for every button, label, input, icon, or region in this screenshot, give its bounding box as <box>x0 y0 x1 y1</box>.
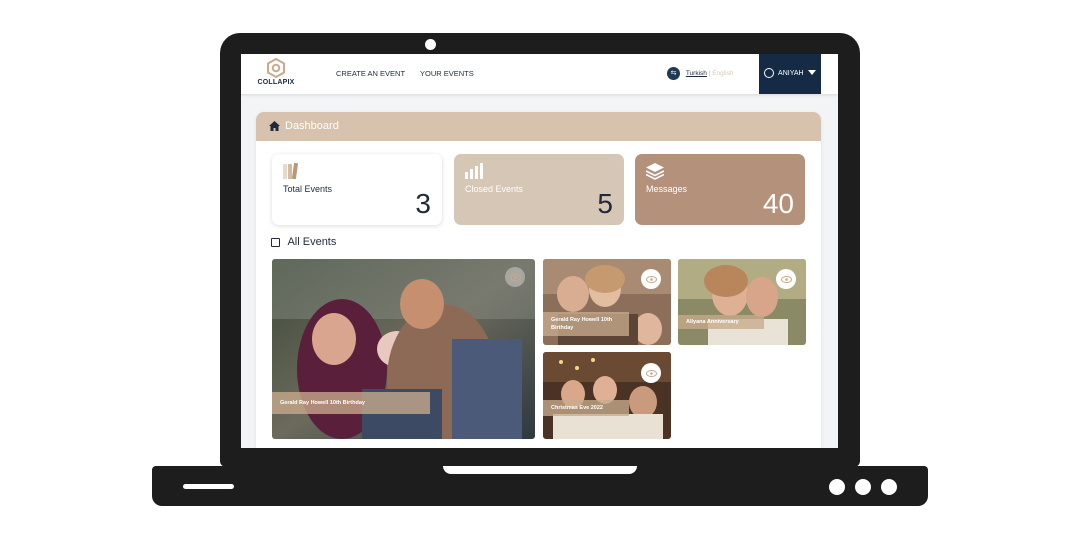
all-events-label: All Events <box>287 236 337 248</box>
language-switcher: ⇆ Turkish | English <box>667 67 734 81</box>
laptop-indicator-dot <box>855 479 871 495</box>
language-english[interactable]: English <box>712 70 733 77</box>
event-title: Gerald Ray Howell 10th Birthday <box>543 312 629 336</box>
layers-icon <box>646 163 664 180</box>
event-card[interactable]: Christmas Eve 2022 <box>543 352 671 439</box>
dashboard-header: Dashboard <box>256 112 821 141</box>
user-name: ANIYAH <box>778 70 804 77</box>
nav-your-events[interactable]: YOUR EVENTS <box>420 69 474 78</box>
user-circle-icon <box>764 68 775 79</box>
laptop-hinge-notch <box>443 466 637 474</box>
all-events-heading: All Events <box>271 236 336 248</box>
chevron-down-icon <box>807 70 816 76</box>
collapix-logo[interactable]: COLLAPIX <box>256 58 296 86</box>
eye-icon <box>645 275 657 283</box>
books-icon <box>283 163 299 179</box>
stat-card-total-events[interactable]: Total Events 3 <box>272 154 442 225</box>
logo-text: COLLAPIX <box>257 79 295 86</box>
stat-label: Total Events <box>283 184 333 194</box>
stat-value: 40 <box>762 188 794 219</box>
calendar-icon <box>271 237 280 247</box>
laptop-screen: COLLAPIX CREATE AN EVENT YOUR EVENTS ⇆ T… <box>241 54 838 448</box>
view-event-button[interactable] <box>641 269 661 289</box>
stat-value: 3 <box>415 188 431 219</box>
dashboard-panel: Dashboard Total Events 3 Closed Events 5 <box>256 112 821 448</box>
language-turkish[interactable]: Turkish <box>686 70 707 77</box>
laptop-camera <box>425 39 436 50</box>
event-card[interactable]: Gerald Ray Howell 10th Birthday <box>272 259 535 439</box>
stat-label: Messages <box>646 184 688 194</box>
bar-chart-icon <box>465 163 483 179</box>
eye-icon <box>780 275 792 283</box>
view-event-button[interactable] <box>641 363 661 383</box>
home-icon <box>269 121 280 131</box>
event-card[interactable]: Allyana Anniversary <box>678 259 806 345</box>
laptop-indicator-dot <box>881 479 897 495</box>
stat-value: 5 <box>597 188 613 219</box>
language-icon: ⇆ <box>667 67 680 80</box>
event-title: Allyana Anniversary <box>678 315 764 329</box>
event-title: Gerald Ray Howell 10th Birthday <box>272 392 430 414</box>
view-event-button[interactable] <box>505 267 525 287</box>
event-card[interactable]: Gerald Ray Howell 10th Birthday <box>543 259 671 345</box>
language-separator: | <box>708 70 711 77</box>
user-menu-button[interactable]: ANIYAH <box>759 54 821 94</box>
stat-label: Closed Events <box>465 184 524 194</box>
logo-hexagon-icon <box>267 58 285 78</box>
event-title: Christmas Eve 2022 <box>543 400 629 416</box>
top-navbar: COLLAPIX CREATE AN EVENT YOUR EVENTS ⇆ T… <box>241 54 838 94</box>
view-event-button[interactable] <box>776 269 796 289</box>
eye-icon <box>509 273 521 281</box>
laptop-slot <box>183 484 234 489</box>
laptop-indicator-dot <box>829 479 845 495</box>
nav-create-event[interactable]: CREATE AN EVENT <box>336 69 405 78</box>
dashboard-title: Dashboard <box>285 120 339 132</box>
stat-card-messages[interactable]: Messages 40 <box>635 154 805 225</box>
stat-card-closed-events[interactable]: Closed Events 5 <box>454 154 624 225</box>
eye-icon <box>645 369 657 377</box>
